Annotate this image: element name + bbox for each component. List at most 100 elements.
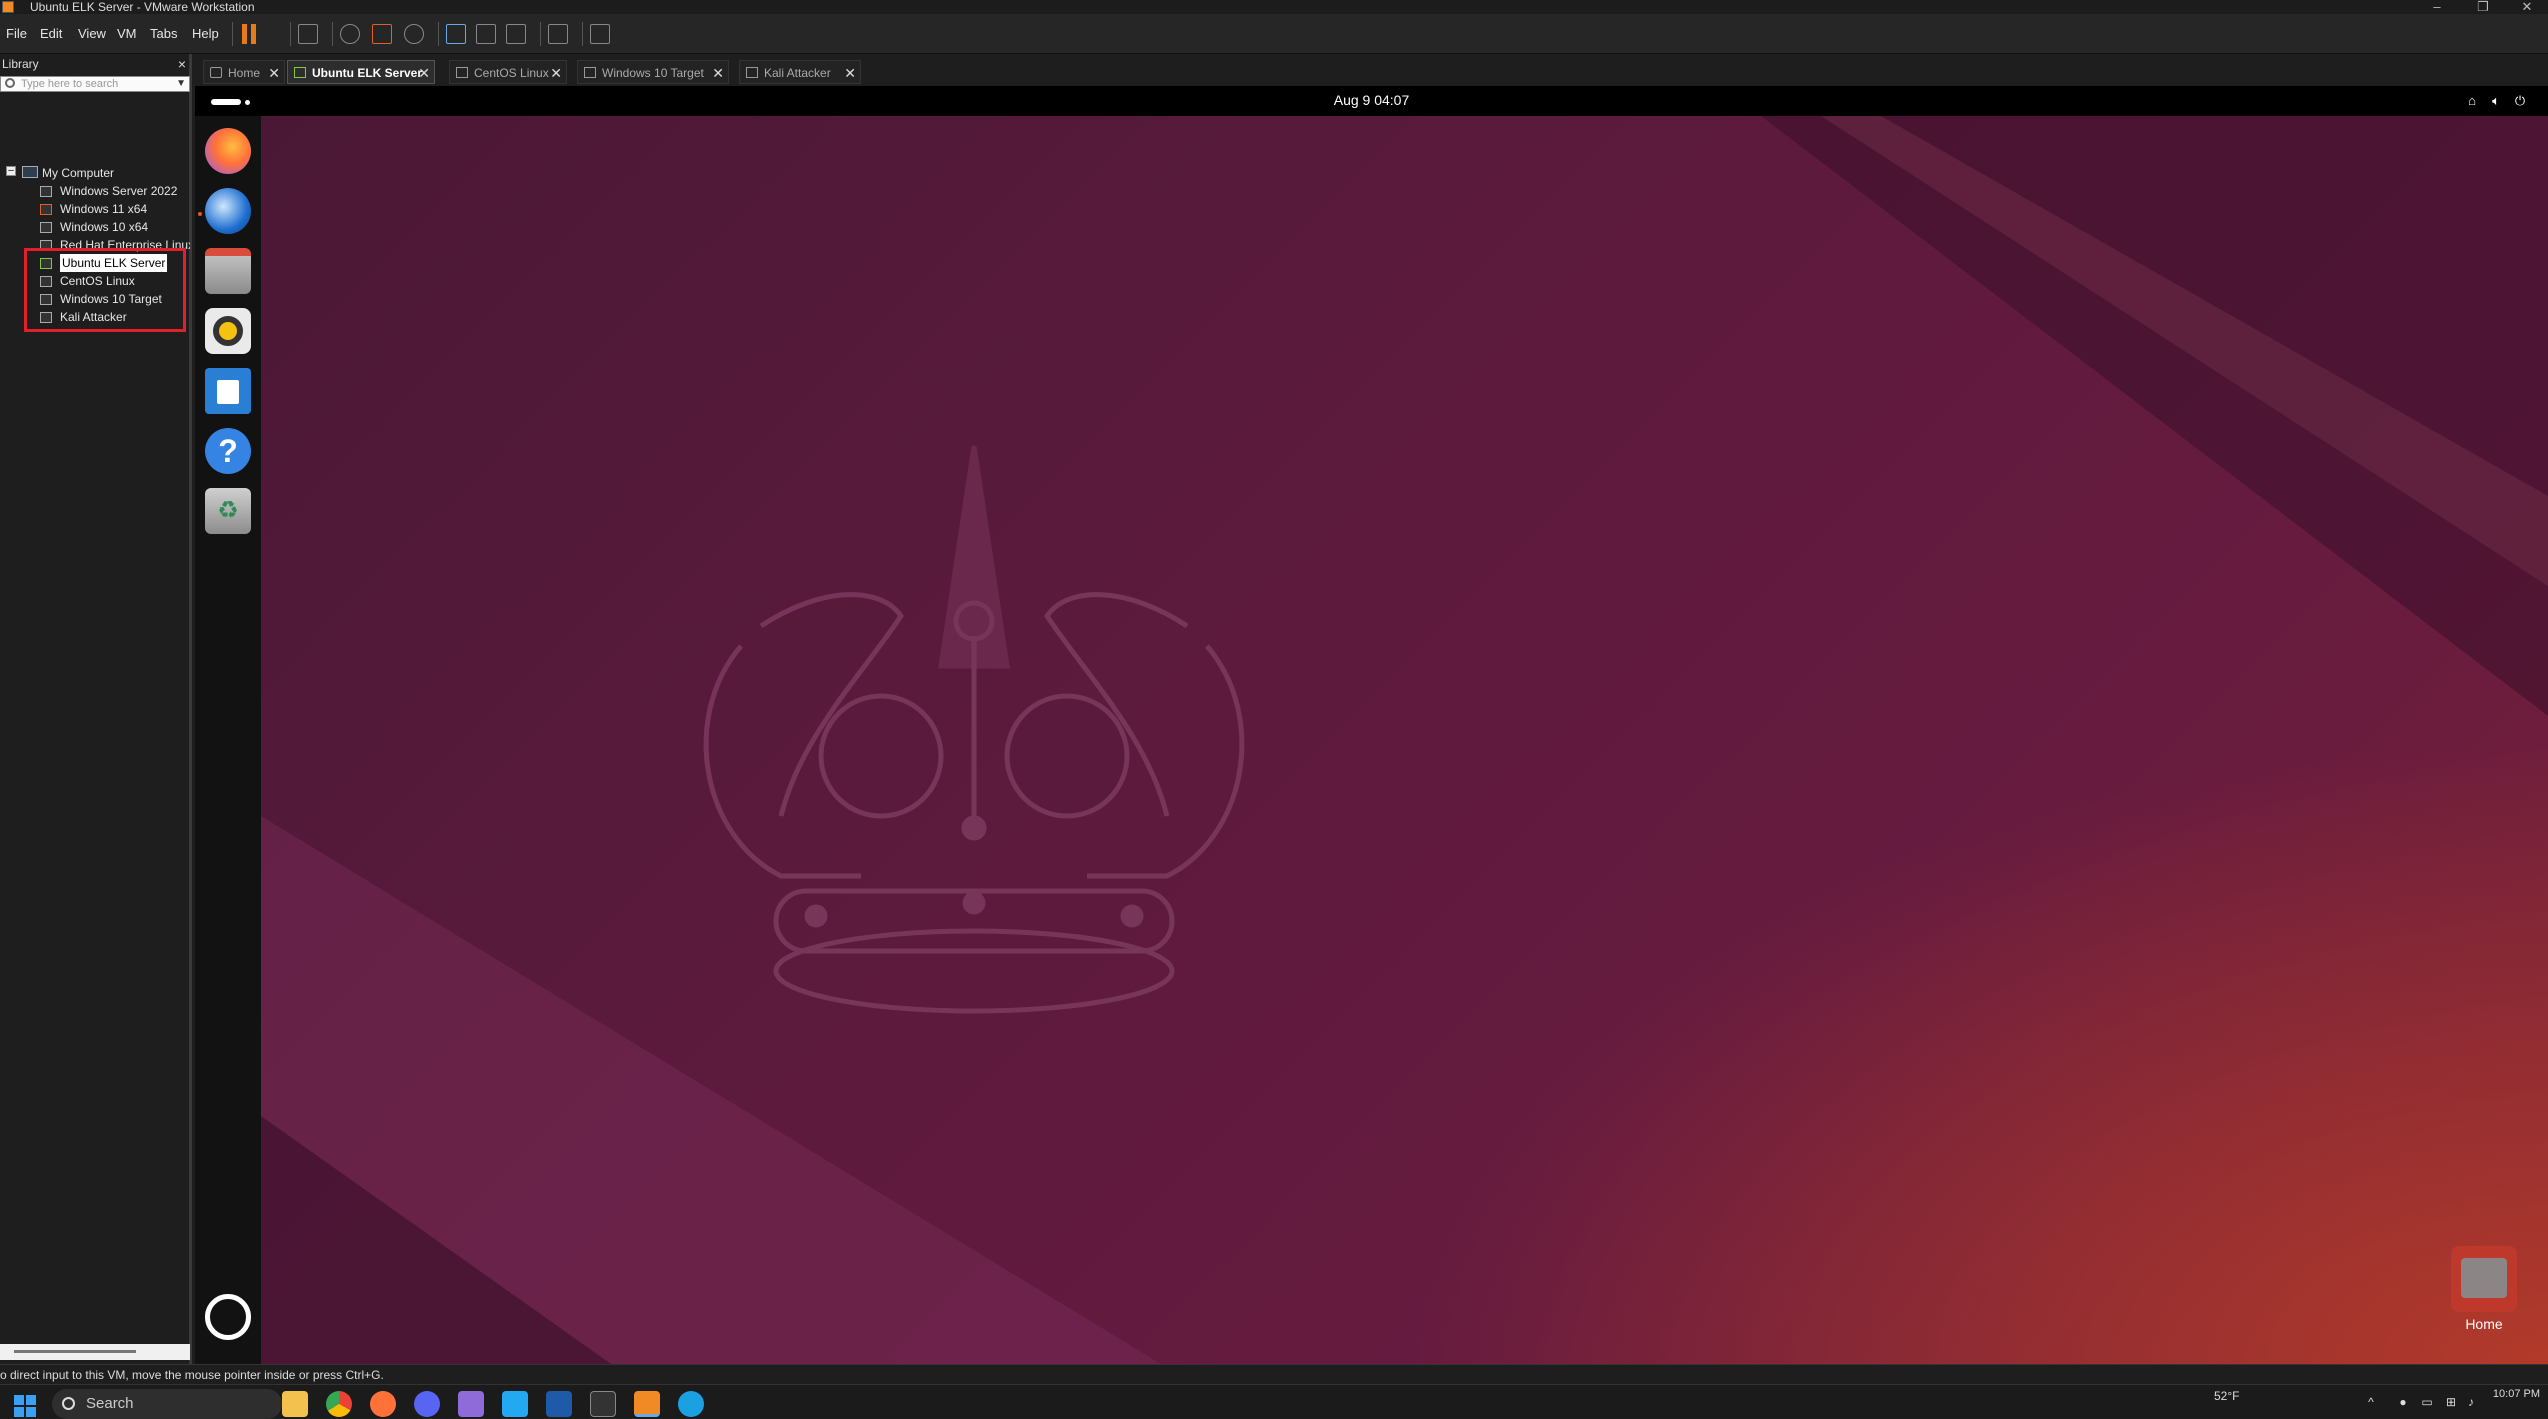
tab-close-button[interactable]: ✕ <box>712 61 724 85</box>
menu-vm[interactable]: VM <box>117 26 137 41</box>
console-view-icon[interactable] <box>548 24 568 44</box>
chevron-up-icon[interactable]: ^ <box>2364 1395 2378 1409</box>
library-horizontal-scrollbar[interactable] <box>0 1344 190 1360</box>
band-jewel <box>962 891 986 915</box>
start-button[interactable] <box>14 1395 36 1417</box>
file-explorer-icon[interactable] <box>282 1391 308 1417</box>
tab-close-button[interactable]: ✕ <box>844 61 856 85</box>
powershell-icon[interactable] <box>546 1391 572 1417</box>
tab-label: CentOS Linux <box>474 66 549 80</box>
stretch-guest-icon[interactable] <box>590 24 610 44</box>
menu-file[interactable]: File <box>6 26 27 41</box>
folder-glyph <box>2461 1258 2507 1298</box>
volume-icon[interactable]: 🔈︎ <box>2489 94 2503 108</box>
tree-collapse-toggle[interactable]: – <box>6 166 16 176</box>
crown-spike <box>938 445 1010 669</box>
tab-centos-linux[interactable]: CentOS Linux ✕ <box>449 60 567 84</box>
power-icon[interactable]: ⏻ <box>2513 94 2527 108</box>
vmware-logo-icon <box>2 1 14 13</box>
thunderbird-icon[interactable] <box>205 188 251 234</box>
library-search-placeholder: Type here to search <box>21 78 119 90</box>
pause-vm-icon[interactable] <box>242 24 258 44</box>
chevron-down-icon[interactable]: ▼ <box>176 77 186 91</box>
windows-logo-tile <box>14 1407 24 1417</box>
volume-tray-icon[interactable]: ♪ <box>2464 1395 2478 1409</box>
tree-root-label: My Computer <box>42 166 115 180</box>
full-screen-icon[interactable] <box>506 24 526 44</box>
microphone-icon[interactable]: ● <box>2396 1395 2410 1409</box>
window-title: Ubuntu ELK Server - VMware Workstation <box>30 0 255 14</box>
tab-label: Windows 10 Target <box>602 66 704 80</box>
annotation-highlight-box <box>24 248 186 332</box>
tab-close-button[interactable]: ✕ <box>268 61 280 85</box>
menu-edit[interactable]: Edit <box>40 26 62 41</box>
terminal-icon[interactable] <box>590 1391 616 1417</box>
tree-item-label: Windows 10 x64 <box>60 220 149 234</box>
taskbar-search[interactable]: Search <box>52 1389 282 1419</box>
scrollbar-thumb[interactable] <box>14 1350 136 1353</box>
tab-windows-10-target[interactable]: Windows 10 Target ✕ <box>577 60 729 84</box>
toolbar-separator <box>438 22 439 46</box>
library-search-input[interactable]: Type here to search ▼ <box>0 76 190 92</box>
home-folder-label: Home <box>2465 1316 2503 1332</box>
menu-tabs[interactable]: Tabs <box>150 26 177 41</box>
revert-snapshot-icon[interactable] <box>372 24 392 44</box>
library-close-button[interactable]: × <box>178 54 186 74</box>
close-window-button[interactable]: ✕ <box>2504 0 2548 14</box>
rhythmbox-icon[interactable] <box>205 308 251 354</box>
show-library-icon[interactable] <box>446 24 466 44</box>
firefox-icon[interactable] <box>205 128 251 174</box>
show-apps-icon[interactable] <box>205 1294 251 1340</box>
files-icon[interactable] <box>205 248 251 294</box>
tree-item-label: Windows Server 2022 <box>60 184 178 198</box>
tab-kali-attacker[interactable]: Kali Attacker ✕ <box>739 60 861 84</box>
writer-icon[interactable] <box>205 368 251 414</box>
send-ctrl-alt-del-icon[interactable] <box>298 24 318 44</box>
vm-display[interactable]: Aug 9 04:07 ⌂ 🔈︎ ⏻ ? ♻ Home <box>195 86 2548 1364</box>
tree-item[interactable]: Windows 11 x64 <box>40 200 190 218</box>
toolbar-separator <box>582 22 583 46</box>
crown-base <box>773 928 1175 1014</box>
chrome-icon[interactable] <box>326 1391 352 1417</box>
tab-ubuntu-elk-server[interactable]: Ubuntu ELK Server ✕ <box>287 60 435 84</box>
tab-label: Kali Attacker <box>764 66 831 80</box>
taskbar-search-label: Search <box>86 1395 134 1412</box>
status-message: o direct input to this VM, move the mous… <box>0 1368 384 1382</box>
home-icon <box>210 67 222 78</box>
windows-logo-tile <box>14 1395 24 1405</box>
ubuntu-dock: ? ♻ <box>195 116 261 1364</box>
tab-home[interactable]: Home ✕ <box>203 60 285 84</box>
snapshot-icon[interactable] <box>340 24 360 44</box>
vm-icon <box>456 67 468 78</box>
desktop-wallpaper[interactable] <box>261 116 2548 1364</box>
vmware-taskbar-icon[interactable] <box>634 1391 660 1417</box>
thumbnail-bar-icon[interactable] <box>476 24 496 44</box>
tree-item[interactable]: Windows 10 x64 <box>40 218 190 236</box>
vscode-icon[interactable] <box>502 1391 528 1417</box>
help-icon[interactable]: ? <box>205 428 251 474</box>
network-icon[interactable]: ⌂ <box>2465 94 2479 108</box>
trash-icon[interactable]: ♻ <box>205 488 251 534</box>
discord-icon[interactable] <box>414 1391 440 1417</box>
tab-close-button[interactable]: ✕ <box>550 61 562 85</box>
menu-help[interactable]: Help <box>192 26 219 41</box>
weather-widget[interactable]: 52°F <box>2214 1389 2239 1403</box>
minimize-button[interactable]: – <box>2414 0 2460 14</box>
system-clock[interactable]: 10:07 PM <box>2480 1387 2540 1401</box>
crown-emblem <box>703 445 1245 1014</box>
home-folder-icon[interactable] <box>2451 1246 2517 1312</box>
tree-item[interactable]: Windows Server 2022 <box>40 182 190 200</box>
globe-icon[interactable] <box>678 1391 704 1417</box>
tab-close-button[interactable]: ✕ <box>418 61 430 85</box>
vm-icon <box>294 67 306 78</box>
menu-view[interactable]: View <box>78 26 106 41</box>
window-title-bar: Ubuntu ELK Server - VMware Workstation –… <box>0 0 2548 14</box>
search-icon <box>5 78 15 88</box>
restore-button[interactable]: ❐ <box>2460 0 2506 14</box>
display-icon[interactable]: ▭ <box>2420 1395 2434 1409</box>
obsidian-icon[interactable] <box>458 1391 484 1417</box>
firefox-taskbar-icon[interactable] <box>370 1391 396 1417</box>
gnome-clock[interactable]: Aug 9 04:07 <box>195 92 2548 108</box>
snapshot-manager-icon[interactable] <box>404 24 424 44</box>
network-tray-icon[interactable]: ⊞ <box>2444 1395 2458 1409</box>
